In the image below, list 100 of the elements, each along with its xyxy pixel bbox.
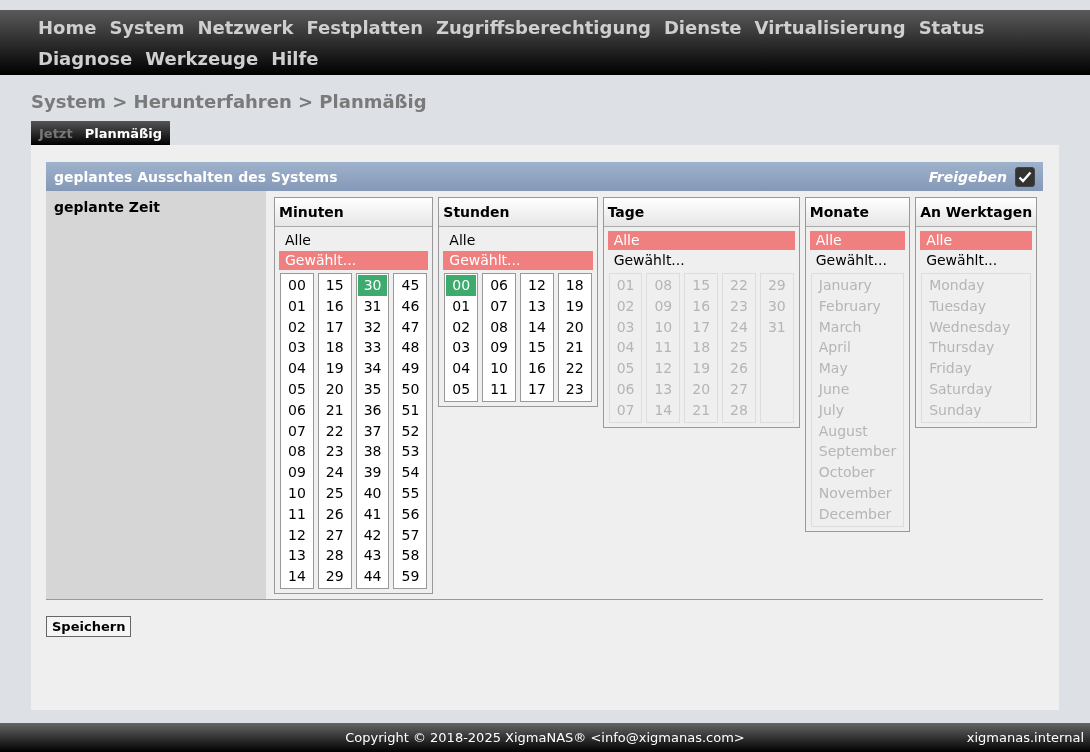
list-option[interactable]: 14 (521, 316, 552, 338)
list-option[interactable]: 22 (319, 420, 350, 442)
list-option[interactable]: 08 (282, 441, 312, 463)
list-option[interactable]: 09 (282, 462, 312, 483)
mode-option[interactable]: Gewählt... (920, 251, 1033, 270)
list-option[interactable]: 28 (319, 545, 350, 567)
list-option[interactable]: 03 (282, 337, 312, 359)
list-option[interactable]: 39 (357, 462, 388, 483)
list-option[interactable]: 35 (357, 379, 388, 400)
list-option[interactable]: 05 (446, 379, 477, 400)
list-option[interactable]: 26 (319, 503, 350, 525)
list-option[interactable]: 20 (559, 316, 590, 338)
mode-option[interactable]: Gewählt... (607, 251, 795, 270)
list-option[interactable]: 51 (395, 399, 426, 421)
save-button[interactable]: Speichern (46, 615, 132, 637)
list-option[interactable]: 48 (395, 337, 426, 359)
list-option[interactable]: 32 (357, 316, 388, 338)
list-option[interactable]: 50 (395, 379, 426, 400)
list-option[interactable]: 10 (282, 482, 312, 504)
list-option[interactable]: 56 (395, 503, 426, 525)
list-option[interactable]: 54 (395, 462, 426, 483)
list-option[interactable]: 49 (395, 358, 426, 379)
list-option[interactable]: 13 (521, 295, 552, 317)
mode-option[interactable]: Alle (279, 231, 429, 250)
menu-item[interactable]: Home (38, 11, 97, 43)
list-option[interactable]: 42 (357, 524, 388, 546)
list-option[interactable]: 29 (319, 566, 350, 587)
list-option[interactable]: 18 (319, 337, 350, 359)
list-option[interactable]: 13 (282, 545, 312, 567)
list-option[interactable]: 04 (282, 358, 312, 379)
list-option[interactable]: 03 (446, 337, 477, 359)
list-option[interactable]: 20 (319, 379, 350, 400)
menu-item[interactable]: Werkzeuge (145, 42, 259, 74)
menu-item[interactable]: System (109, 11, 185, 43)
value-list[interactable]: 18 19 20 21 22 23 (557, 273, 592, 402)
value-list[interactable]: 45 46 47 48 49 50 51 52 53 54 55 56 57 58 59 (393, 273, 428, 589)
list-option[interactable]: 17 (521, 379, 552, 400)
list-option[interactable]: 24 (319, 462, 350, 483)
list-option[interactable]: 37 (357, 420, 388, 442)
list-option[interactable]: 01 (282, 295, 312, 317)
list-option[interactable]: 12 (521, 275, 552, 296)
list-option[interactable]: 31 (357, 295, 388, 317)
list-option[interactable]: 14 (282, 566, 312, 587)
list-option[interactable]: 15 (521, 337, 552, 359)
list-option[interactable]: 07 (282, 420, 312, 442)
list-option[interactable]: 58 (395, 545, 426, 567)
list-option[interactable]: 45 (395, 275, 426, 296)
list-option[interactable]: 27 (319, 524, 350, 546)
list-option[interactable]: 06 (484, 275, 514, 296)
list-option[interactable]: 41 (357, 503, 388, 525)
list-option[interactable]: 44 (357, 566, 388, 587)
list-option[interactable]: 04 (446, 358, 477, 379)
value-list[interactable]: 15 16 17 18 19 20 21 22 23 24 25 26 27 28 29 (317, 273, 352, 589)
value-list[interactable]: 00 01 02 03 04 05 (444, 273, 479, 402)
list-option[interactable]: 19 (559, 295, 590, 317)
value-list[interactable]: 00 01 02 03 04 05 06 07 08 09 10 11 12 13 14 (280, 273, 314, 589)
enable-checkbox[interactable] (1015, 166, 1035, 187)
value-list[interactable]: 30 31 32 33 34 35 36 37 38 39 40 41 42 43 44 (355, 273, 390, 589)
list-option[interactable]: 01 (446, 295, 477, 317)
list-option[interactable]: 33 (357, 337, 388, 359)
list-option[interactable]: 40 (357, 482, 388, 504)
mode-option[interactable]: Alle (443, 231, 593, 250)
list-option[interactable]: 23 (559, 379, 590, 400)
list-option[interactable]: 15 (319, 275, 350, 296)
menu-item[interactable]: Zugriffsberechtigung (435, 11, 651, 43)
list-option[interactable]: 05 (282, 379, 312, 400)
list-option[interactable]: 21 (319, 399, 350, 421)
value-list[interactable]: 12 13 14 15 16 17 (519, 273, 554, 402)
value-list[interactable]: 06 07 08 09 10 11 (482, 273, 516, 402)
tab[interactable]: Planmäßig (84, 125, 163, 141)
list-option[interactable]: 00 (282, 275, 312, 296)
list-option[interactable]: 21 (559, 337, 590, 359)
menu-item[interactable]: Hilfe (271, 42, 319, 74)
list-option[interactable]: 06 (282, 399, 312, 421)
list-option[interactable]: 16 (521, 358, 552, 379)
list-option[interactable]: 46 (395, 295, 426, 317)
list-option[interactable]: 34 (357, 358, 388, 379)
list-option[interactable]: 47 (395, 316, 426, 338)
mode-option[interactable]: Gewählt... (809, 251, 906, 270)
list-option[interactable]: 18 (559, 275, 590, 296)
list-option[interactable]: 12 (282, 524, 312, 546)
list-option[interactable]: 23 (319, 441, 350, 463)
list-option[interactable]: 16 (319, 295, 350, 317)
list-option[interactable]: 25 (319, 482, 350, 504)
menu-item[interactable]: Netzwerk (197, 11, 294, 43)
list-option[interactable]: 57 (395, 524, 426, 546)
list-option[interactable]: 02 (446, 316, 477, 338)
list-option[interactable]: 43 (357, 545, 388, 567)
list-option[interactable]: 55 (395, 482, 426, 504)
list-option[interactable]: 19 (319, 358, 350, 379)
list-option[interactable]: 53 (395, 441, 426, 463)
menu-item[interactable]: Status (918, 11, 985, 43)
list-option[interactable]: 07 (484, 295, 514, 317)
list-option[interactable]: 11 (484, 379, 514, 400)
list-option[interactable]: 59 (395, 566, 426, 587)
list-option[interactable]: 11 (282, 503, 312, 525)
list-option[interactable]: 08 (484, 316, 514, 338)
menu-item[interactable]: Diagnose (38, 42, 133, 74)
list-option[interactable]: 36 (357, 399, 388, 421)
list-option[interactable]: 10 (484, 358, 514, 379)
